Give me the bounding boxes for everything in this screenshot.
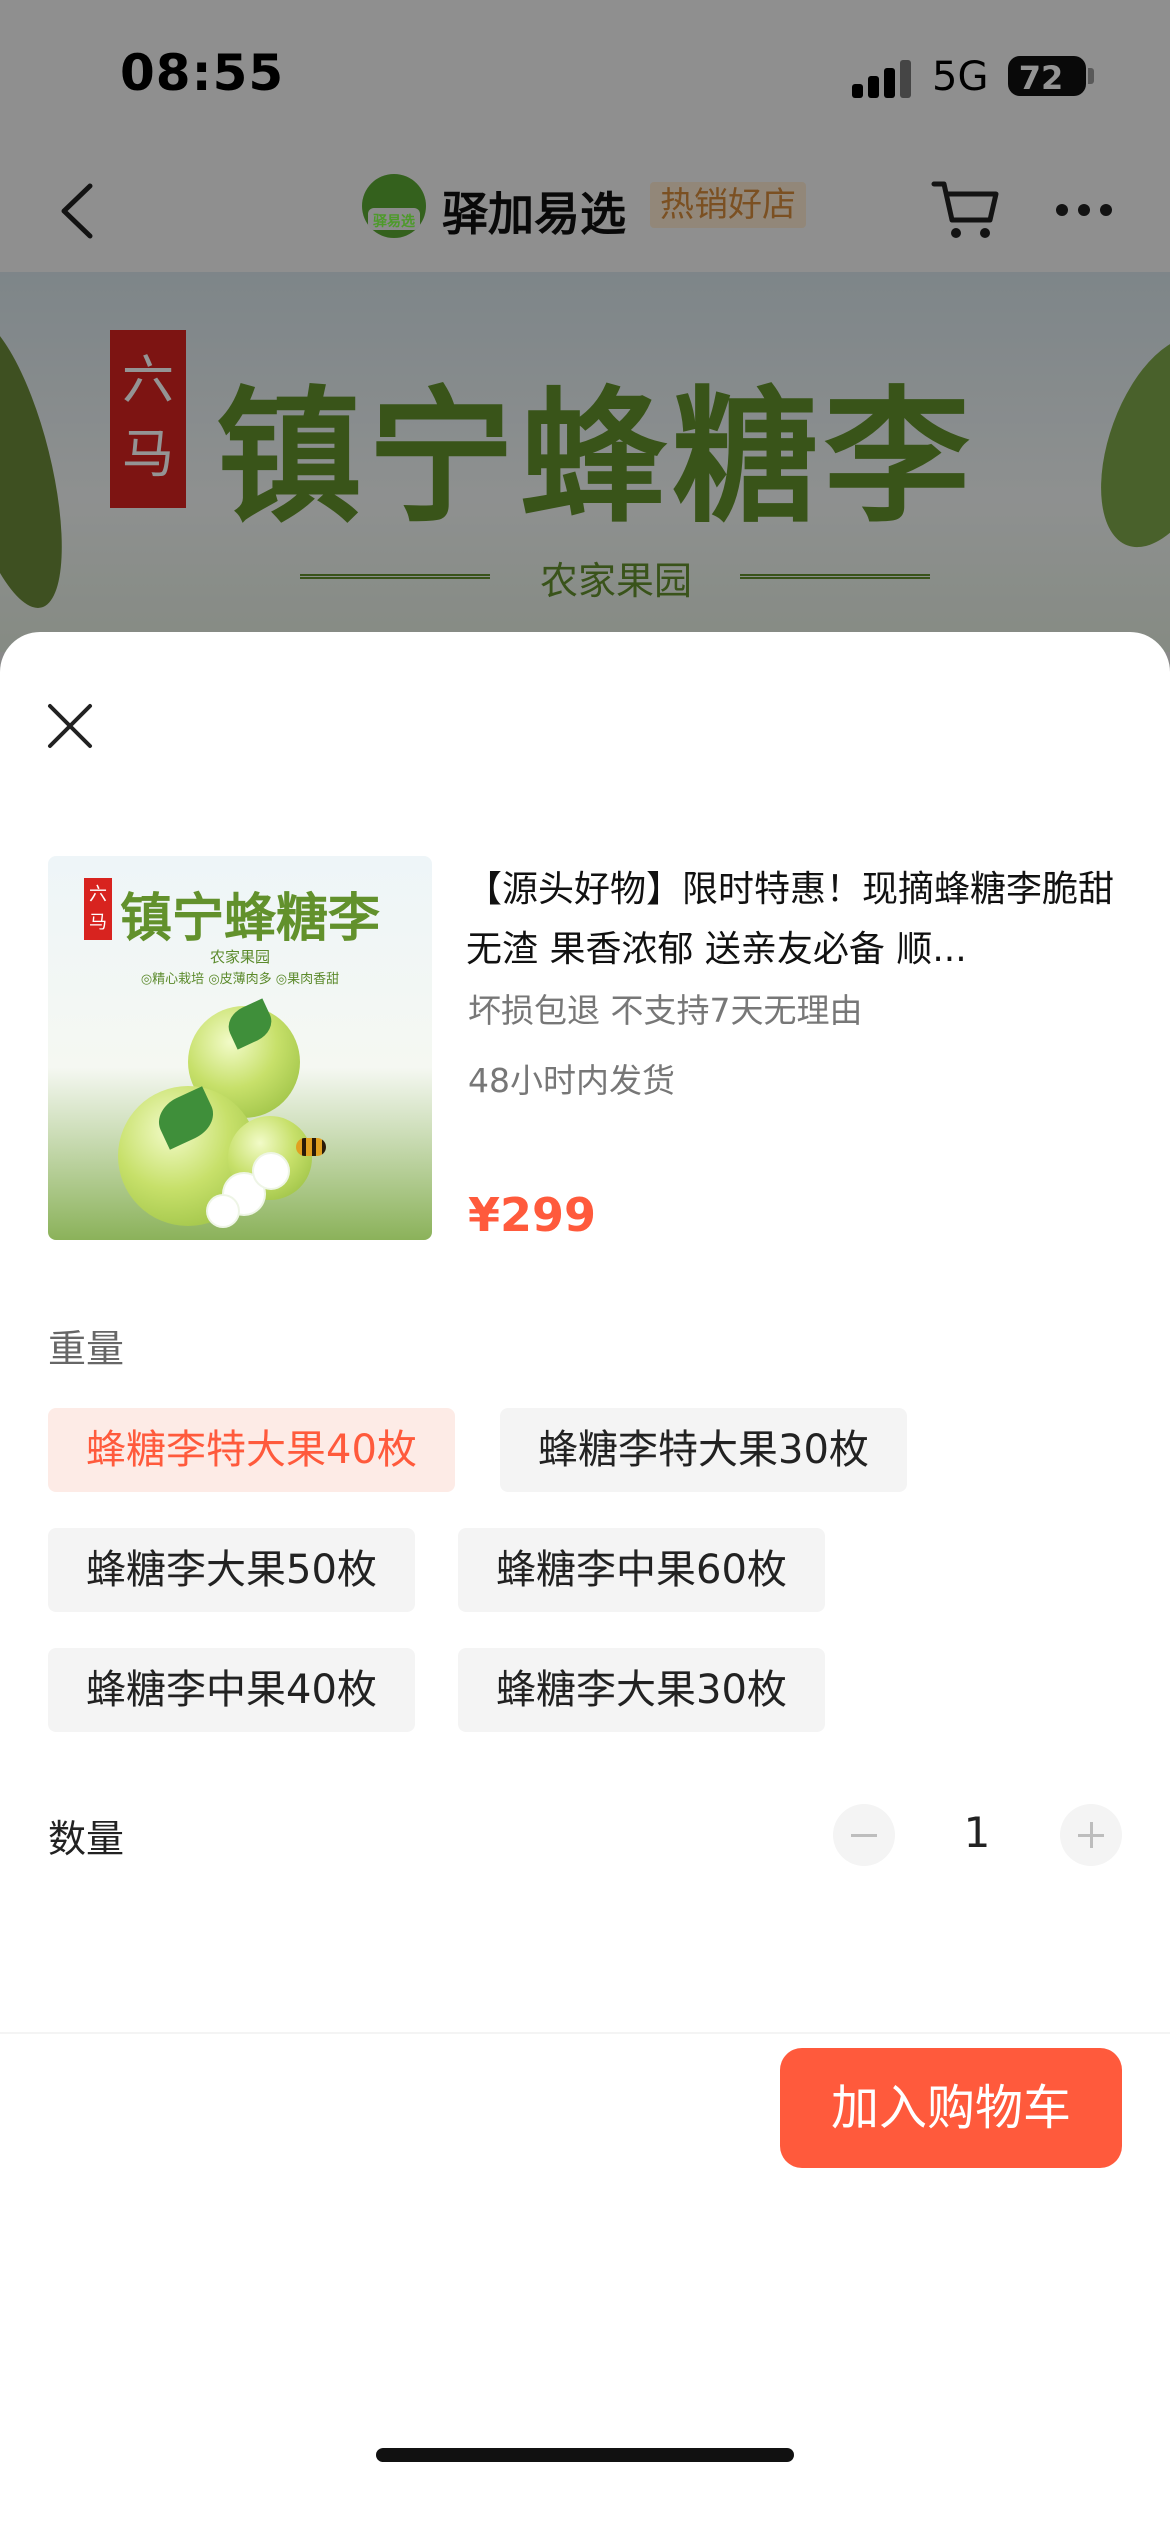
weight-option[interactable]: 蜂糖李特大果30枚 xyxy=(500,1408,907,1492)
product-title: 【源头好物】限时特惠！现摘蜂糖李脆甜无渣 果香浓郁 送亲友必备 顺... xyxy=(466,869,1115,970)
bee-image xyxy=(296,1138,326,1156)
product-thumbnail[interactable]: 六马 镇宁蜂糖李 农家果园 ◎精心栽培 ◎皮薄肉多 ◎果肉香甜 xyxy=(48,856,432,1240)
flower-image xyxy=(254,1154,288,1188)
close-icon[interactable] xyxy=(40,696,100,756)
weight-option[interactable]: 蜂糖李大果30枚 xyxy=(458,1648,825,1732)
weight-label: 重量 xyxy=(48,1327,125,1371)
weight-option[interactable]: 蜂糖李大果50枚 xyxy=(48,1528,415,1612)
logo-text: 驿易选 xyxy=(373,214,415,230)
weight-option[interactable]: 蜂糖李中果60枚 xyxy=(458,1528,825,1612)
thumbnail-points: ◎精心栽培 ◎皮薄肉多 ◎果肉香甜 xyxy=(140,972,340,987)
quantity-label: 数量 xyxy=(48,1817,125,1861)
weight-option[interactable]: 蜂糖李中果40枚 xyxy=(48,1648,415,1732)
plus-icon[interactable] xyxy=(1060,1804,1122,1866)
home-indicator xyxy=(376,2448,794,2462)
weight-option[interactable]: 蜂糖李特大果40枚 xyxy=(48,1408,455,1492)
minus-icon[interactable] xyxy=(833,1804,895,1866)
add-to-cart-button[interactable]: 加入购物车 xyxy=(780,2048,1122,2168)
flower-image xyxy=(208,1196,238,1226)
thumbnail-tag: 六马 xyxy=(84,878,112,940)
shipping-info: 48小时内发货 xyxy=(468,1061,675,1100)
quantity-value: 1 xyxy=(963,1808,991,1857)
thumbnail-title: 镇宁蜂糖李 xyxy=(120,889,381,949)
product-price: ¥299 xyxy=(468,1188,597,1242)
thumbnail-subtitle: 农家果园 xyxy=(209,948,270,966)
service-info: 坏损包退 不支持7天无理由 xyxy=(468,991,863,1030)
footer-divider xyxy=(0,2032,1170,2034)
sku-sheet: 六马 镇宁蜂糖李 农家果园 ◎精心栽培 ◎皮薄肉多 ◎果肉香甜 【源头好物】限时… xyxy=(0,632,1170,2532)
